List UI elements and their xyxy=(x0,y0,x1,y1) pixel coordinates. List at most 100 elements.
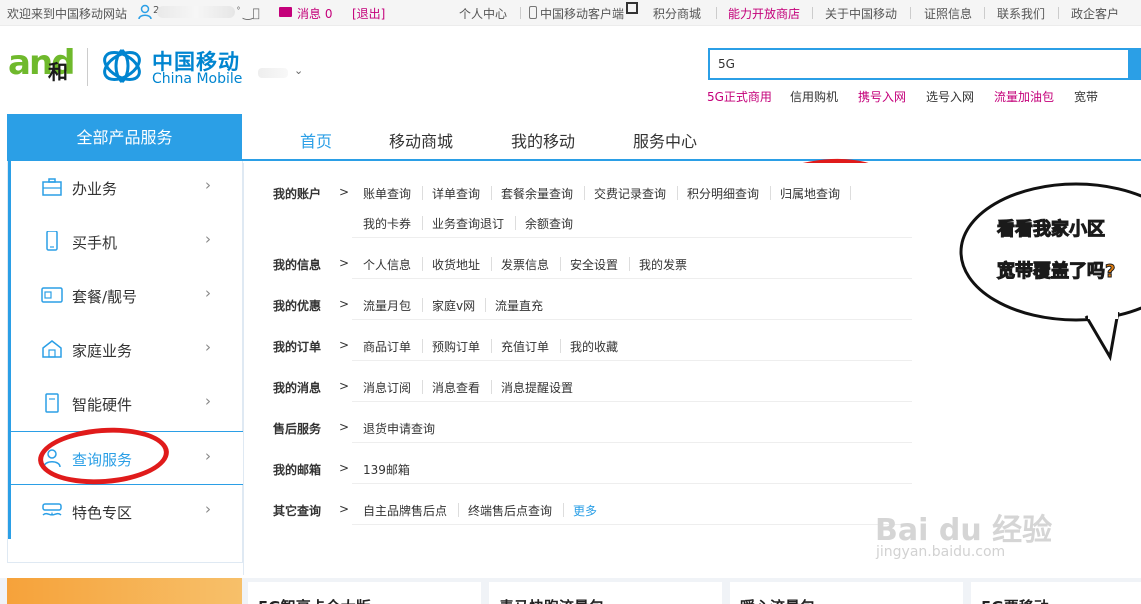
tab-my-mobile[interactable]: 我的移动 xyxy=(511,128,575,152)
all-products-button[interactable]: 全部产品服务 xyxy=(7,114,242,161)
divider xyxy=(515,216,516,230)
link-unsubscribe[interactable]: 业务查询退订 xyxy=(432,215,504,232)
divider xyxy=(491,339,492,353)
logo-divider xyxy=(87,48,88,86)
promo-card[interactable]: 暖心流量包 xyxy=(730,582,963,604)
link-return-query[interactable]: 退货申请查询 xyxy=(363,420,435,437)
link-terminal-service-point[interactable]: 终端售后点查询 xyxy=(468,502,552,519)
link-msg-view[interactable]: 消息查看 xyxy=(432,379,480,396)
promo-card[interactable]: 青马快跑流量包 xyxy=(489,582,722,604)
china-mobile-logo-icon[interactable] xyxy=(100,44,144,88)
nav-license[interactable]: 证照信息 xyxy=(924,5,972,22)
sidebar-item-home[interactable]: 家庭业务 › xyxy=(8,323,244,377)
sidebar-item-label: 套餐/靓号 xyxy=(72,288,138,306)
nav-about[interactable]: 关于中国移动 xyxy=(825,5,897,22)
sidebar-item-business[interactable]: 办业务 › xyxy=(8,161,244,215)
link-family-vnet[interactable]: 家庭v网 xyxy=(432,297,475,314)
link-msg-subscribe[interactable]: 消息订阅 xyxy=(363,379,411,396)
sidebar-item-phones[interactable]: 买手机 › xyxy=(8,215,244,269)
hotword-5g[interactable]: 5G正式商用 xyxy=(707,88,772,105)
sidebar-item-label: 智能硬件 xyxy=(72,396,133,414)
tab-service-center[interactable]: 服务中心 xyxy=(633,128,697,152)
chevron-right-icon: › xyxy=(205,447,211,465)
link-data-monthly[interactable]: 流量月包 xyxy=(363,297,411,314)
promo-card[interactable]: 5G智享卡全大版 xyxy=(248,582,481,604)
nav-mobile-client[interactable]: 中国移动客户端 xyxy=(540,5,624,22)
sidebar-item-special[interactable]: 特色专区 › xyxy=(8,485,244,539)
divider xyxy=(770,186,771,200)
search-input[interactable] xyxy=(710,50,1128,78)
more-link[interactable]: 更多 xyxy=(573,502,597,519)
divider xyxy=(422,339,423,353)
hotword-broadband[interactable]: 宽带 xyxy=(1074,88,1098,105)
chevron-right-icon: › xyxy=(205,500,211,518)
hotword-choose-number[interactable]: 选号入网 xyxy=(926,88,974,105)
nav-enterprise[interactable]: 政企客户 xyxy=(1071,5,1119,22)
ad-text-line1: 看看我家小区 xyxy=(997,219,1106,241)
city-selector[interactable] xyxy=(258,68,288,78)
user-icon[interactable] xyxy=(138,4,152,20)
link-topup-orders[interactable]: 充值订单 xyxy=(501,338,549,355)
row-divider xyxy=(352,319,912,320)
qr-code-icon[interactable] xyxy=(626,2,638,14)
link-balance-query[interactable]: 余额查询 xyxy=(525,215,573,232)
nav-personal-center[interactable]: 个人中心 xyxy=(459,5,507,22)
baidu-watermark: Bai du 经验 xyxy=(875,513,1053,548)
link-preorders[interactable]: 预购订单 xyxy=(432,338,480,355)
link-data-recharge[interactable]: 流量直充 xyxy=(495,297,543,314)
divider xyxy=(1058,7,1059,19)
link-invoice-info[interactable]: 发票信息 xyxy=(501,256,549,273)
hotword-port-in[interactable]: 携号入网 xyxy=(858,88,906,105)
nav-points-mall[interactable]: 积分商城 xyxy=(653,5,701,22)
sidebar-item-label: 买手机 xyxy=(72,234,118,252)
promo-strip: 5G智享卡全大版 青马快跑流量包 暖心流量包 5G要移动 xyxy=(0,578,1141,604)
link-shipping-address[interactable]: 收货地址 xyxy=(432,256,480,273)
link-personal-info[interactable]: 个人信息 xyxy=(363,256,411,273)
promo-card-title: 5G智享卡全大版 xyxy=(258,596,371,604)
arrow-glyph: > xyxy=(339,379,350,393)
tab-home[interactable]: 首页 xyxy=(300,128,332,152)
hotword-credit-phone[interactable]: 信用购机 xyxy=(790,88,838,105)
chevron-right-icon: › xyxy=(205,284,211,302)
menu-label-messages: 我的消息 xyxy=(273,381,322,395)
divider xyxy=(491,186,492,200)
link-product-orders[interactable]: 商品订单 xyxy=(363,338,411,355)
link-favorites[interactable]: 我的收藏 xyxy=(570,338,618,355)
chevron-right-icon: › xyxy=(205,338,211,356)
tab-mall[interactable]: 移动商城 xyxy=(389,128,453,152)
divider xyxy=(563,503,564,517)
nav-open-store[interactable]: 能力开放商店 xyxy=(728,5,800,22)
promo-banner[interactable] xyxy=(7,578,242,604)
promo-card-title: 青马快跑流量包 xyxy=(499,596,604,604)
menu-label-offers: 我的优惠 xyxy=(273,299,322,313)
link-bill-query[interactable]: 账单查询 xyxy=(363,185,411,202)
link-139-mail[interactable]: 139邮箱 xyxy=(363,461,410,478)
nav-contact[interactable]: 联系我们 xyxy=(997,5,1045,22)
sidebar-item-hardware[interactable]: 智能硬件 › xyxy=(8,377,244,431)
he-logo: 和 xyxy=(48,60,68,84)
link-location-query[interactable]: 归属地查询 xyxy=(780,185,840,202)
link-my-invoices[interactable]: 我的发票 xyxy=(639,256,687,273)
hide-eye-icon[interactable]: ﾟ‿ﾟ xyxy=(237,4,260,21)
row-divider xyxy=(352,401,912,402)
logout-link[interactable]: [退出] xyxy=(352,5,385,22)
link-brand-service-point[interactable]: 自主品牌售后点 xyxy=(363,502,447,519)
link-payment-record[interactable]: 交费记录查询 xyxy=(594,185,666,202)
messages-link[interactable]: 消息 0 xyxy=(297,5,332,22)
main-nav: 首页 移动商城 我的移动 服务中心 xyxy=(242,114,1141,161)
link-msg-reminder[interactable]: 消息提醒设置 xyxy=(501,379,573,396)
sidebar-item-plans[interactable]: 套餐/靓号 › xyxy=(8,269,244,323)
chevron-down-icon[interactable]: ⌄ xyxy=(294,64,303,77)
link-security-settings[interactable]: 安全设置 xyxy=(570,256,618,273)
header: and 和 中国移动 China Mobile ⌄ 5G正式商用 信用购机 携号… xyxy=(0,26,1141,114)
hotword-data-pack[interactable]: 流量加油包 xyxy=(994,88,1054,105)
link-detail-query[interactable]: 详单查询 xyxy=(432,185,480,202)
link-points-detail[interactable]: 积分明细查询 xyxy=(687,185,759,202)
row-divider xyxy=(352,237,912,238)
divider xyxy=(422,380,423,394)
search-button[interactable] xyxy=(1130,48,1141,80)
link-my-coupons[interactable]: 我的卡券 xyxy=(363,215,411,232)
menu-label-info: 我的信息 xyxy=(273,258,322,272)
promo-card[interactable]: 5G要移动 xyxy=(971,582,1141,604)
link-balance-package[interactable]: 套餐余量查询 xyxy=(501,185,573,202)
